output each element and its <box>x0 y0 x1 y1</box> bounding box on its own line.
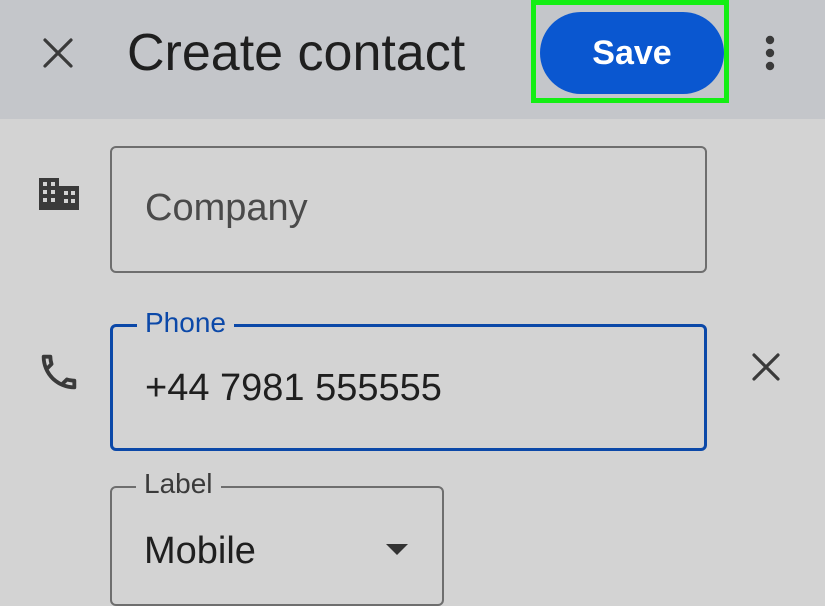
app-bar: Create contact Save <box>0 0 825 119</box>
dropdown-arrow-icon <box>386 544 408 555</box>
clear-phone-button[interactable] <box>742 343 790 391</box>
phone-field-label: Phone <box>137 305 234 341</box>
close-button[interactable] <box>30 30 86 76</box>
clear-icon <box>752 353 780 381</box>
more-vert-icon <box>765 35 775 71</box>
phone-field-value: +44 7981 555555 <box>145 367 442 409</box>
page-title: Create contact <box>127 24 466 82</box>
company-placeholder: Company <box>145 187 308 229</box>
label-field-value: Mobile <box>144 530 256 572</box>
company-field[interactable]: Company <box>110 146 707 273</box>
building-icon <box>39 178 79 210</box>
phone-field[interactable]: Phone +44 7981 555555 <box>110 305 707 451</box>
phone-type-dropdown[interactable]: Label Mobile <box>110 466 444 606</box>
close-icon <box>43 38 73 68</box>
more-options-button[interactable] <box>752 26 788 80</box>
save-button[interactable]: Save <box>540 12 724 94</box>
phone-icon <box>41 354 77 390</box>
label-field-label: Label <box>136 466 221 502</box>
